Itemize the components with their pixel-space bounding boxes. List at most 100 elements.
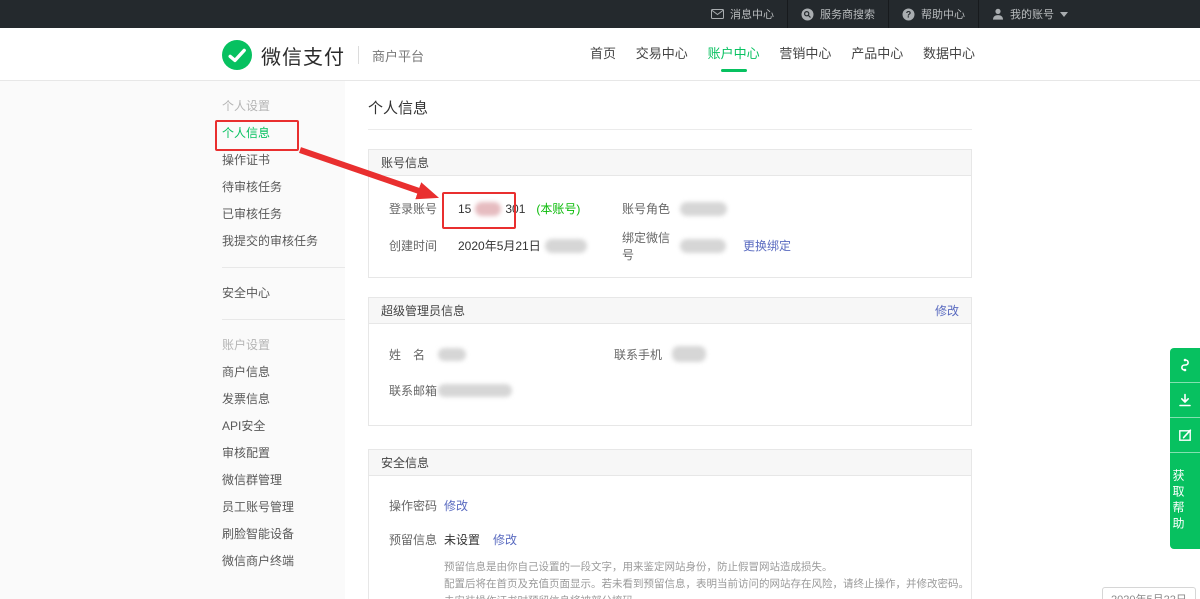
sidebar-item-api-security[interactable]: API安全 (222, 413, 345, 440)
reserved-info-status: 未设置 (444, 531, 480, 548)
topbar-item-label: 消息中心 (730, 6, 774, 22)
edit-icon (1177, 427, 1193, 443)
super-admin-card: 超级管理员信息 修改 姓 名 联系手机 联 (368, 297, 972, 426)
sidebar-divider (222, 267, 345, 268)
operation-password-label: 操作密码 (389, 497, 444, 514)
nav-item-marketing-center[interactable]: 营销中心 (779, 28, 831, 80)
current-account-note: (本账号) (536, 200, 580, 217)
reserved-info-value: 未设置 修改 (444, 531, 971, 548)
sidebar-item-my-submitted-tasks[interactable]: 我提交的审核任务 (222, 228, 345, 255)
reserved-info-description: 预留信息是由你自己设置的一段文字，用来鉴定网站身份，防止假冒网站造成损失。 配置… (444, 559, 971, 599)
sidebar-item-review-config[interactable]: 审核配置 (222, 440, 345, 467)
account-role-value (680, 202, 971, 216)
page-title: 个人信息 (368, 99, 972, 119)
nav-item-data-center[interactable]: 数据中心 (923, 28, 975, 80)
security-row-password: 操作密码 修改 (369, 488, 971, 522)
sidebar-item-pending-review-tasks[interactable]: 待审核任务 (222, 174, 345, 201)
nav-item-account-center[interactable]: 账户中心 (708, 28, 760, 80)
masked-account-role (680, 202, 727, 216)
security-info-card-header: 安全信息 (369, 450, 971, 476)
admin-modify-link[interactable]: 修改 (935, 302, 959, 319)
description-line: 预留信息是由你自己设置的一段文字，用来鉴定网站身份，防止假冒网站造成损失。 (444, 559, 971, 576)
login-account-label: 登录账号 (389, 200, 458, 217)
get-help-button[interactable]: 获取帮助 (1170, 453, 1187, 549)
bound-wechat-value: 更换绑定 (680, 237, 971, 254)
card-title: 账号信息 (381, 154, 429, 171)
masked-admin-name (438, 348, 466, 361)
help-icon: ? (902, 8, 915, 21)
masked-wechat-id (680, 239, 726, 253)
operation-password-value: 修改 (444, 497, 971, 514)
search-icon (801, 8, 814, 21)
account-info-card-header: 账号信息 (369, 150, 971, 176)
sidebar-item-wechat-merchant-terminal[interactable]: 微信商户终端 (222, 548, 345, 575)
sidebar-item-staff-account-management[interactable]: 员工账号管理 (222, 494, 345, 521)
topbar-item-label: 帮助中心 (921, 6, 965, 22)
security-row-reserved: 预留信息 未设置 修改 (369, 522, 971, 556)
floating-edit-button[interactable] (1170, 418, 1200, 453)
brand-name: 微信支付 (261, 41, 345, 70)
card-title: 安全信息 (381, 454, 429, 471)
login-account-prefix: 15 (458, 202, 471, 216)
bound-wechat-label: 绑定微信号 (622, 229, 680, 263)
card-title: 超级管理员信息 (381, 302, 465, 319)
admin-phone-value (672, 346, 971, 362)
floating-help-bar: 获取帮助 (1170, 348, 1200, 549)
brand-portal-label: 商户平台 (372, 46, 424, 65)
floating-download-button[interactable] (1170, 383, 1200, 418)
reserved-modify-link[interactable]: 修改 (493, 531, 517, 548)
login-account-value: 15 301 (本账号) (458, 200, 622, 217)
sidebar-item-merchant-info[interactable]: 商户信息 (222, 359, 345, 386)
admin-name-value (438, 348, 614, 361)
nav-item-transaction-center[interactable]: 交易中心 (636, 28, 688, 80)
topbar-item-help-center[interactable]: ? 帮助中心 (888, 0, 978, 28)
login-account-suffix: 301 (505, 202, 525, 216)
topbar-item-label: 我的账号 (1010, 6, 1054, 22)
created-time-value: 2020年5月21日 (458, 237, 622, 254)
masked-admin-phone (672, 346, 706, 362)
description-line: 配置后将在首页及充值页面显示。若未看到预留信息，表明当前访问的网站存在风险，请终… (444, 576, 971, 593)
account-info-card: 账号信息 登录账号 15 301 (本账号) 账号角色 (368, 149, 972, 278)
sidebar-item-invoice-info[interactable]: 发票信息 (222, 386, 345, 413)
nav-item-product-center[interactable]: 产品中心 (851, 28, 903, 80)
brand-separator (358, 46, 359, 64)
admin-name-label: 姓 名 (389, 346, 438, 363)
topbar-item-my-account[interactable]: 我的账号 (978, 0, 1081, 28)
reserved-info-label: 预留信息 (389, 531, 444, 548)
topbar: 消息中心 服务商搜索 ? 帮助中心 我的账号 (0, 0, 1200, 28)
sidebar-item-reviewed-tasks[interactable]: 已审核任务 (222, 201, 345, 228)
account-row-2: 创建时间 2020年5月21日 绑定微信号 更换绑定 (369, 227, 971, 264)
topbar-item-provider-search[interactable]: 服务商搜索 (787, 0, 888, 28)
password-modify-link[interactable]: 修改 (444, 497, 468, 514)
sidebar-item-personal-info[interactable]: 个人信息 (222, 120, 345, 147)
super-admin-card-body: 姓 名 联系手机 联系邮箱 (369, 324, 971, 425)
link-icon (1177, 357, 1193, 373)
created-date-text: 2020年5月21日 (458, 237, 541, 254)
floating-link-button[interactable] (1170, 348, 1200, 383)
sidebar-item-security-center[interactable]: 安全中心 (222, 280, 345, 307)
topbar-item-message-center[interactable]: 消息中心 (698, 0, 787, 28)
super-admin-card-header: 超级管理员信息 修改 (369, 298, 971, 324)
created-time-label: 创建时间 (389, 237, 458, 254)
account-role-label: 账号角色 (622, 200, 680, 217)
topbar-item-label: 服务商搜索 (820, 6, 875, 22)
sidebar-item-face-smart-device[interactable]: 刷脸智能设备 (222, 521, 345, 548)
sidebar: 个人设置 个人信息 操作证书 待审核任务 已审核任务 我提交的审核任务 安全中心… (0, 81, 345, 599)
nav-item-home[interactable]: 首页 (590, 28, 616, 80)
svg-text:?: ? (906, 9, 912, 19)
security-info-card: 安全信息 操作密码 修改 预留信息 未设置 修改 (368, 449, 972, 599)
account-info-card-body: 登录账号 15 301 (本账号) 账号角色 创建时间 (369, 176, 971, 277)
header: 微信支付 商户平台 首页 交易中心 账户中心 营销中心 产品中心 数据中心 (0, 28, 1200, 81)
sidebar-section-account-settings: 账户设置 (222, 332, 345, 359)
chevron-down-icon (1060, 12, 1068, 17)
date-tooltip: 2020年5月22日 (1102, 587, 1196, 599)
masked-admin-email (438, 384, 512, 397)
security-info-card-body: 操作密码 修改 预留信息 未设置 修改 预留信息是由你自己设置的一段文字，用 (369, 476, 971, 599)
content-column: 个人信息 账号信息 登录账号 15 301 (本账号) (368, 81, 972, 599)
sidebar-item-operation-certificate[interactable]: 操作证书 (222, 147, 345, 174)
masked-created-time (545, 239, 587, 253)
change-binding-link[interactable]: 更换绑定 (743, 237, 791, 254)
sidebar-item-wechat-group-management[interactable]: 微信群管理 (222, 467, 345, 494)
topbar-links: 消息中心 服务商搜索 ? 帮助中心 我的账号 (698, 0, 1081, 28)
title-divider (368, 129, 972, 130)
